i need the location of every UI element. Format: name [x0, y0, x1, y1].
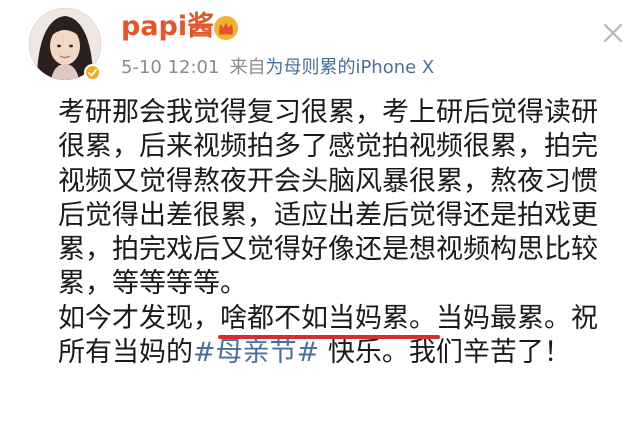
verified-badge-icon	[84, 64, 101, 81]
post-text-segment: 如今才发现，	[58, 302, 220, 334]
weibo-post-card: papi酱 5-10 12:01 来自为母则累的iPhone X 考研那会我觉得复…	[0, 0, 640, 433]
post-line: 视频又觉得熬夜开会头脑风暴很累，熬夜习惯	[58, 165, 598, 197]
post-line: 累，拍完戏后又觉得好像还是想视频构思比较	[58, 234, 598, 266]
author-name[interactable]: papi酱	[121, 10, 214, 44]
source-prefix: 来自	[229, 57, 266, 78]
underlined-text: 啥都不如当妈累。	[220, 302, 436, 334]
post-line: 累，等等等等。	[58, 268, 247, 300]
post-line: 很累，后来视频拍多了感觉拍视频很累，拍完	[58, 131, 598, 163]
post-time: 5-10 12:01	[121, 57, 220, 78]
post-text-segment: 所有当妈的	[58, 337, 193, 369]
post-meta: 5-10 12:01 来自为母则累的iPhone X	[121, 56, 434, 80]
red-underline	[218, 335, 440, 340]
underlined-phrase: 啥都不如当妈累。	[218, 302, 440, 340]
close-icon[interactable]	[602, 22, 624, 44]
hashtag-link[interactable]: #母亲节#	[193, 337, 319, 368]
post-text-segment: 快乐。我们辛苦了！	[319, 337, 571, 369]
post-line: 如今才发现，啥都不如当妈累。 当妈最累。祝	[58, 302, 628, 340]
crown-icon	[213, 15, 239, 41]
post-line: 后觉得出差很累，适应出差后觉得还是拍戏更	[58, 199, 598, 231]
post-text-segment: 当妈最累。祝	[436, 302, 598, 334]
post-line: 考研那会我觉得复习很累，考上研后觉得读研	[58, 97, 598, 128]
source-link[interactable]: 为母则累的iPhone X	[265, 57, 434, 78]
post-line: 所有当妈的#母亲节# 快乐。我们辛苦了！	[58, 336, 628, 370]
post-text: 考研那会我觉得复习很累，考上研后觉得读研 很累，后来视频拍多了感觉拍视频很累，拍…	[58, 96, 628, 370]
